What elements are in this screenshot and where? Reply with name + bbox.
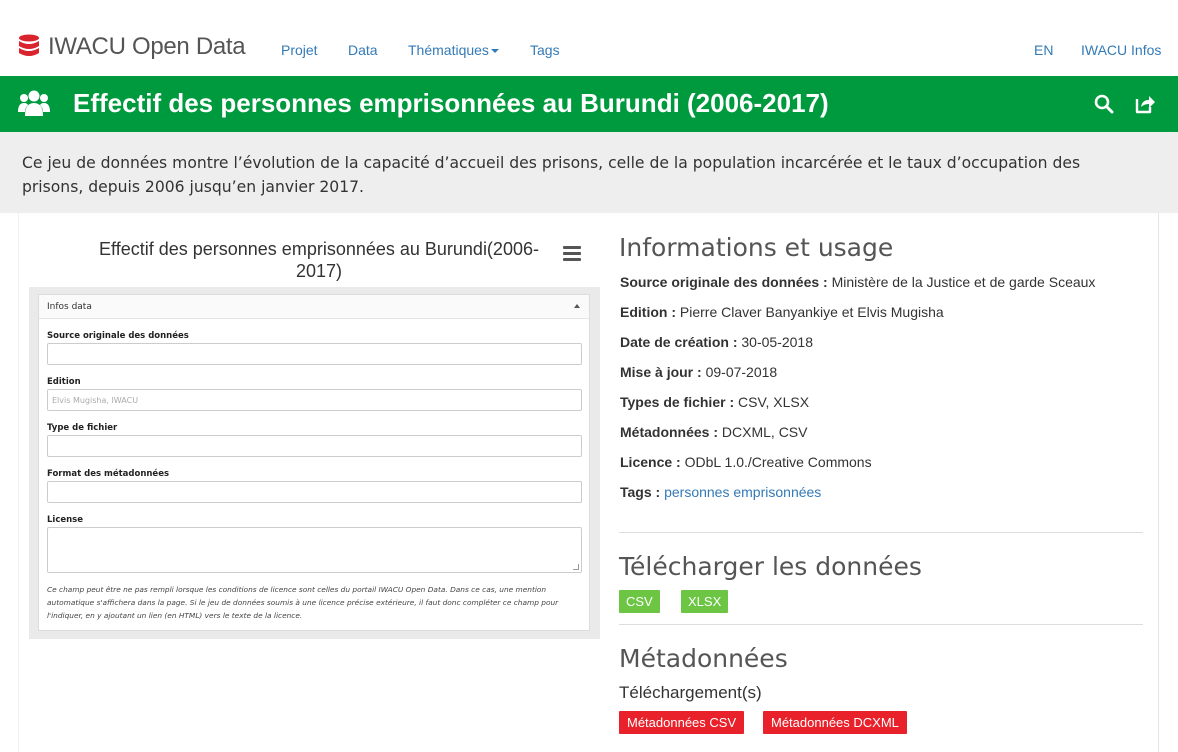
nav-thematiques-dropdown[interactable]: Thématiques xyxy=(408,42,499,58)
info-row-licence: Licence : ODbL 1.0./Creative Commons xyxy=(620,454,872,470)
metadata-heading: Métadonnées xyxy=(619,644,788,673)
users-icon xyxy=(18,90,50,116)
info-row-tags: Tags : personnes emprisonnées xyxy=(620,484,821,500)
field-format-input xyxy=(47,481,582,503)
dataset-title-bar: Effectif des personnes emprisonnées au B… xyxy=(0,76,1178,132)
dataset-description: Ce jeu de données montre l’évolution de … xyxy=(0,132,1178,213)
field-type-input xyxy=(47,435,582,457)
brand-name: IWACU Open Data xyxy=(48,33,246,60)
tag-link[interactable]: personnes emprisonnées xyxy=(664,484,821,500)
info-row-source: Source originale des données : Ministère… xyxy=(620,274,1095,290)
nav-lang-en[interactable]: EN xyxy=(1034,42,1053,58)
preview-image: Infos data Source originale des données … xyxy=(29,287,600,639)
search-icon[interactable] xyxy=(1094,94,1114,114)
field-label-format: Format des métadonnées xyxy=(47,469,170,479)
info-row-created: Date de création : 30-05-2018 xyxy=(620,334,813,350)
info-value: ODbL 1.0./Creative Commons xyxy=(684,454,872,470)
info-label: Métadonnées : xyxy=(620,424,719,440)
collapse-arrow-icon xyxy=(574,304,580,308)
divider xyxy=(619,624,1143,625)
info-row-edition: Edition : Pierre Claver Banyankiye et El… xyxy=(620,304,944,320)
download-xlsx-button[interactable]: XLSX xyxy=(681,590,729,613)
info-value: 09-07-2018 xyxy=(705,364,778,380)
info-value: 30-05-2018 xyxy=(741,334,813,350)
info-label: Types de fichier : xyxy=(620,394,735,410)
info-row-updated: Mise à jour : 09-07-2018 xyxy=(620,364,777,380)
field-label-edition: Edition xyxy=(47,377,81,387)
info-label: Edition : xyxy=(620,304,676,320)
field-license-textarea xyxy=(47,527,582,573)
main-content: Effectif des personnes emprisonnées au B… xyxy=(18,213,1159,752)
download-heading: Télécharger les données xyxy=(619,552,922,581)
info-label: Licence : xyxy=(620,454,681,470)
infos-data-panel: Infos data Source originale des données … xyxy=(38,294,590,631)
info-row-filetypes: Types de fichier : CSV, XLSX xyxy=(620,394,809,410)
license-help-text: Ce champ peut être ne pas rempli lorsque… xyxy=(47,585,559,620)
info-value: DCXML, CSV xyxy=(721,424,808,440)
panel-title: Infos data xyxy=(47,302,92,312)
info-heading: Informations et usage xyxy=(619,233,894,262)
panel-header[interactable]: Infos data xyxy=(39,295,589,319)
info-label: Tags : xyxy=(620,484,661,500)
field-label-source: Source originale des données xyxy=(47,331,189,341)
caret-down-icon xyxy=(490,49,499,54)
brand-link[interactable]: IWACU Open Data xyxy=(18,32,246,62)
resize-grip-icon xyxy=(573,564,579,570)
divider xyxy=(619,532,1143,533)
download-csv-button[interactable]: CSV xyxy=(619,590,660,613)
info-row-metadata: Métadonnées : DCXML, CSV xyxy=(620,424,807,440)
page-title: Effectif des personnes emprisonnées au B… xyxy=(73,88,829,118)
metadata-subheading: Téléchargement(s) xyxy=(619,683,762,702)
field-label-type: Type de fichier xyxy=(47,423,118,433)
field-edition-input: Elvis Mugisha, IWACU xyxy=(47,389,582,411)
info-label: Mise à jour : xyxy=(620,364,702,380)
share-icon[interactable] xyxy=(1134,94,1156,114)
top-navbar: IWACU Open Data Projet Data Thématiques … xyxy=(0,0,1178,76)
info-value: Ministère de la Justice et de garde Scea… xyxy=(831,274,1096,290)
nav-data[interactable]: Data xyxy=(348,42,378,58)
description-text: Ce jeu de données montre l’évolution de … xyxy=(22,154,1081,196)
field-label-license: License xyxy=(47,515,84,525)
chart-title: Effectif des personnes emprisonnées au B… xyxy=(99,239,539,281)
info-label: Source originale des données : xyxy=(620,274,828,290)
info-value: Pierre Claver Banyankiye et Elvis Mugish… xyxy=(679,304,944,320)
info-label: Date de création : xyxy=(620,334,738,350)
nav-tags[interactable]: Tags xyxy=(530,42,560,58)
info-value: CSV, XLSX xyxy=(738,394,810,410)
nav-projet[interactable]: Projet xyxy=(281,42,318,58)
metadata-dcxml-button[interactable]: Métadonnées DCXML xyxy=(763,711,907,734)
field-source-input xyxy=(47,343,582,365)
metadata-csv-button[interactable]: Métadonnées CSV xyxy=(619,711,745,734)
chart-menu-icon[interactable] xyxy=(563,246,581,264)
nav-iwacu-infos[interactable]: IWACU Infos xyxy=(1081,42,1161,58)
nav-thematiques-label: Thématiques xyxy=(408,42,489,58)
database-icon xyxy=(19,34,39,56)
